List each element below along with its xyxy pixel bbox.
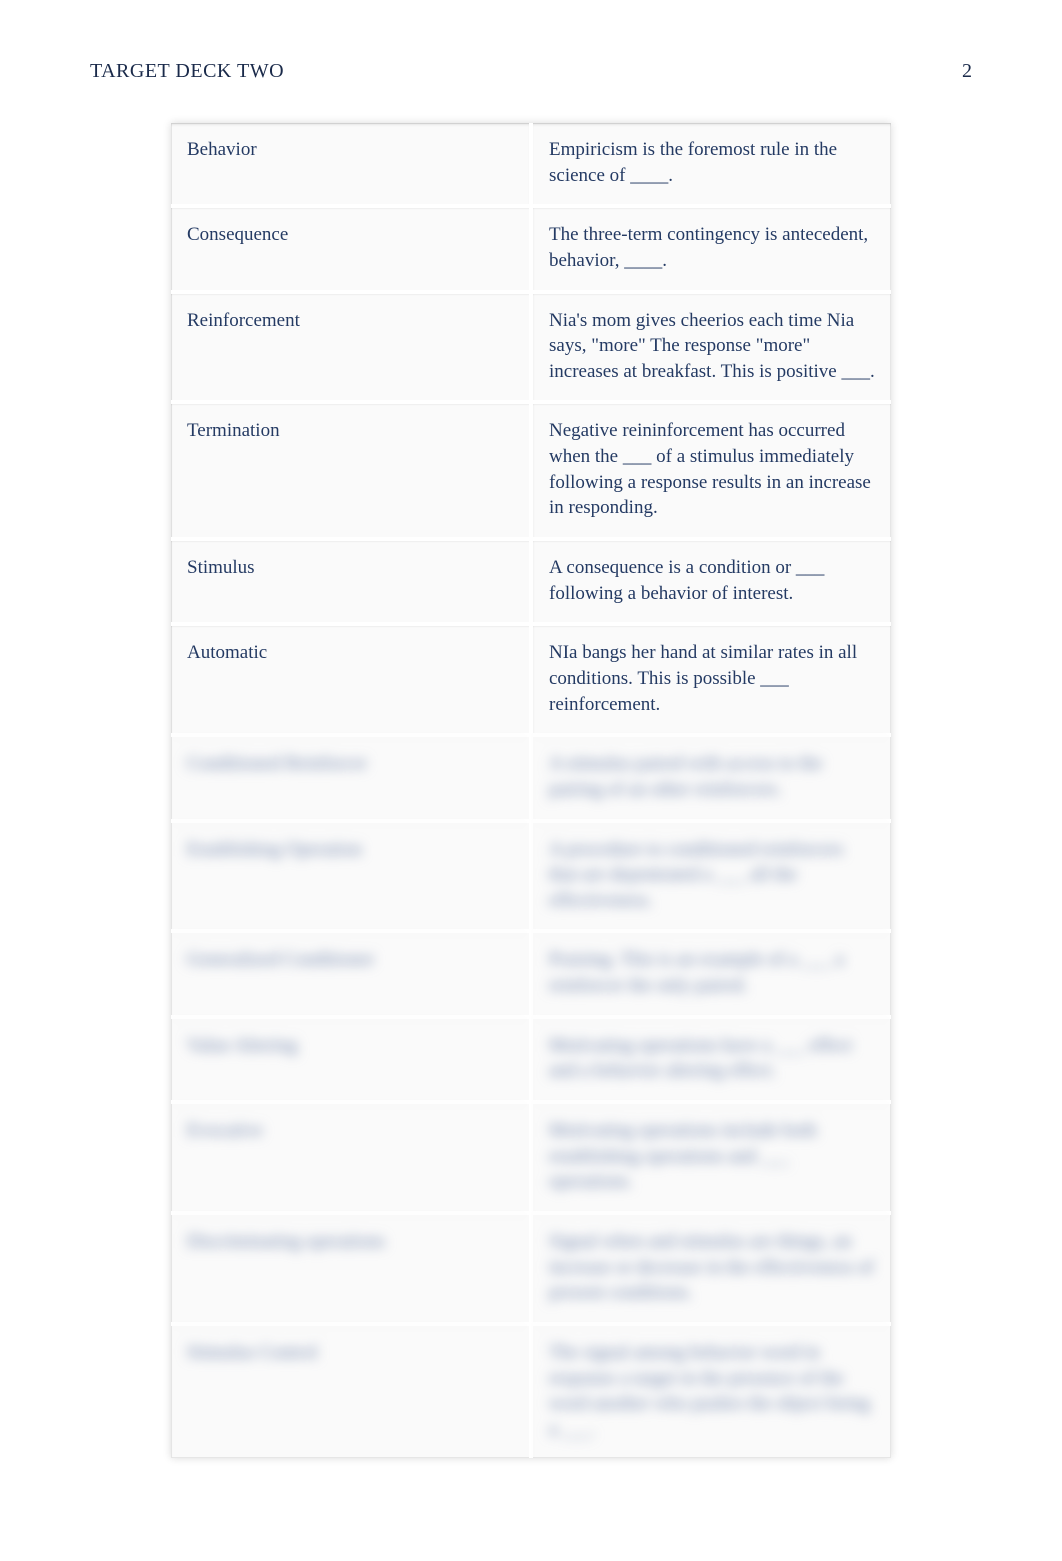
- term-cell: Termination: [171, 402, 531, 539]
- definition-cell: The three-term contingency is antecedent…: [531, 206, 891, 291]
- table-row: TerminationNegative reininforcement has …: [171, 402, 891, 539]
- term-cell: Behavior: [171, 123, 531, 206]
- definition-cell: Motivating operations have a ___ effect …: [531, 1017, 891, 1102]
- table-row: EvocativeMotivating operations include b…: [171, 1102, 891, 1213]
- page-header: TARGET DECK TWO 2: [90, 60, 972, 83]
- term-cell: Automatic: [171, 624, 531, 735]
- header-title: TARGET DECK TWO: [90, 60, 284, 83]
- table-row: Generalized ConditionerPraising. This is…: [171, 931, 891, 1016]
- table-row: ReinforcementNia's mom gives cheerios ea…: [171, 292, 891, 403]
- table-row: Stimulus ControlThe signal among behavio…: [171, 1324, 891, 1459]
- term-cell: Stimulus Control: [171, 1324, 531, 1459]
- flashcard-table: BehaviorEmpiricism is the foremost rule …: [171, 123, 891, 1458]
- definition-cell: A procedure to conditioned reinforcers t…: [531, 821, 891, 932]
- definition-cell: Signal when and stimulus are things, an …: [531, 1213, 891, 1324]
- table-row: StimulusA consequence is a condition or …: [171, 539, 891, 624]
- term-cell: Establishing Operation: [171, 821, 531, 932]
- term-cell: Reinforcement: [171, 292, 531, 403]
- table-row: Discriminating operationsSignal when and…: [171, 1213, 891, 1324]
- term-cell: Value Altering: [171, 1017, 531, 1102]
- definition-cell: Motivating operations include both estab…: [531, 1102, 891, 1213]
- table-row: Conditioned ReinforcerA stimulus paired …: [171, 735, 891, 820]
- term-cell: Discriminating operations: [171, 1213, 531, 1324]
- term-cell: Evocative: [171, 1102, 531, 1213]
- page-number: 2: [962, 60, 972, 83]
- table-row: AutomaticNIa bangs her hand at similar r…: [171, 624, 891, 735]
- definition-cell: NIa bangs her hand at similar rates in a…: [531, 624, 891, 735]
- definition-cell: Praising. This is an example of a ___ a …: [531, 931, 891, 1016]
- term-cell: Conditioned Reinforcer: [171, 735, 531, 820]
- term-cell: Generalized Conditioner: [171, 931, 531, 1016]
- definition-cell: The signal among behavior word in respon…: [531, 1324, 891, 1459]
- definition-cell: Empiricism is the foremost rule in the s…: [531, 123, 891, 206]
- table-row: ConsequenceThe three-term contingency is…: [171, 206, 891, 291]
- table-row: Value AlteringMotivating operations have…: [171, 1017, 891, 1102]
- definition-cell: A stimulus paired with access to the pai…: [531, 735, 891, 820]
- definition-cell: Negative reininforcement has occurred wh…: [531, 402, 891, 539]
- table-row: Establishing OperationA procedure to con…: [171, 821, 891, 932]
- term-cell: Consequence: [171, 206, 531, 291]
- term-cell: Stimulus: [171, 539, 531, 624]
- definition-cell: A consequence is a condition or ___ foll…: [531, 539, 891, 624]
- table-row: BehaviorEmpiricism is the foremost rule …: [171, 123, 891, 206]
- definition-cell: Nia's mom gives cheerios each time Nia s…: [531, 292, 891, 403]
